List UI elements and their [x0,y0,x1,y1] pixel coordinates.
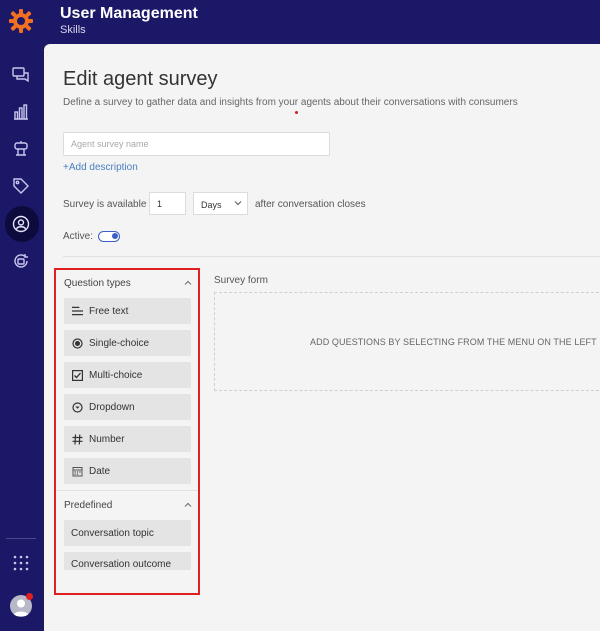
panel-divider [56,490,198,491]
app-subtitle: Skills [60,24,86,36]
chevron-down-icon [234,201,242,206]
predefined-conversation-outcome[interactable]: Conversation outcome [64,552,191,570]
available-number-input[interactable] [149,192,186,215]
survey-form-dropzone[interactable]: ADD QUESTIONS BY SELECTING FROM THE MENU… [214,292,600,391]
available-label: Survey is available [63,199,147,210]
sidebar [0,0,42,631]
survey-form-heading: Survey form [214,275,268,286]
main-panel: Edit agent survey Define a survey to gat… [44,44,600,631]
checkbox-icon [72,369,83,381]
question-types-panel: Question types Free text Single-choice M… [54,268,200,595]
bar-chart-icon[interactable] [10,101,32,123]
section-divider [63,256,600,257]
page-description: Define a survey to gather data and insig… [63,97,518,108]
hash-icon [72,433,83,445]
add-description-link[interactable]: +Add description [63,162,138,173]
app-title: User Management [60,5,198,22]
question-type-free-text[interactable]: Free text [64,298,191,324]
page-title: Edit agent survey [63,68,218,90]
calendar-icon [72,466,83,477]
brand-logo-icon[interactable] [8,8,34,34]
question-type-multi-choice[interactable]: Multi-choice [64,362,191,388]
text-lines-icon [72,306,83,317]
notification-badge [26,593,33,600]
question-type-date[interactable]: Date [64,458,191,484]
tag-icon[interactable] [10,175,32,197]
unit-select[interactable]: Days [193,192,248,215]
radio-icon [72,337,83,349]
active-label: Active: [63,231,94,242]
toggle-knob [112,233,118,239]
after-label: after conversation closes [255,199,366,210]
survey-form-empty-text: ADD QUESTIONS BY SELECTING FROM THE MENU… [310,337,597,347]
red-marker [295,111,298,114]
chevron-up-icon[interactable] [184,279,192,287]
bot-refresh-icon[interactable] [10,250,32,272]
question-type-dropdown[interactable]: Dropdown [64,394,191,420]
chevron-up-icon[interactable] [184,501,192,509]
predefined-heading: Predefined [64,500,113,511]
robot-icon[interactable] [10,138,32,160]
unit-select-value: Days [201,200,222,210]
apps-grid-icon[interactable] [10,552,32,574]
app-header: User Management Skills [42,0,600,44]
dropdown-icon [72,401,83,413]
predefined-conversation-topic[interactable]: Conversation topic [64,520,191,546]
sidebar-divider [6,538,36,539]
survey-name-input[interactable] [63,132,330,156]
question-type-single-choice[interactable]: Single-choice [64,330,191,356]
chat-icon[interactable] [10,64,32,86]
question-types-heading: Question types [64,278,131,289]
question-type-number[interactable]: Number [64,426,191,452]
active-toggle[interactable] [98,231,120,242]
users-icon[interactable] [10,213,32,235]
